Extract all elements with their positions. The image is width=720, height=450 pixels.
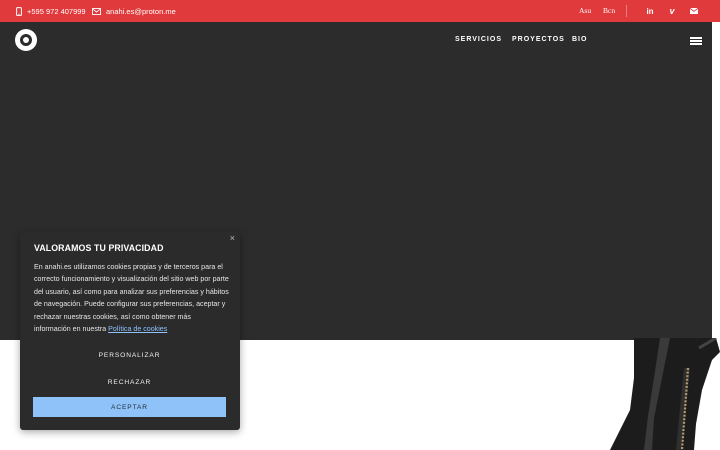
phone-link[interactable]: +595 972 407999 (16, 0, 86, 22)
envelope-icon (92, 7, 101, 15)
phone-icon (16, 6, 22, 16)
cookie-title: VALORAMOS TU PRIVACIDAD (34, 243, 164, 253)
vimeo-link[interactable]: v (666, 0, 678, 22)
scrollbar-track (712, 22, 720, 340)
email-link[interactable]: anahi.es@proton.me (92, 0, 176, 22)
cookie-policy-link[interactable]: Política de cookies (108, 325, 167, 333)
email-address: anahi.es@proton.me (106, 6, 176, 16)
site-logo[interactable] (15, 29, 37, 51)
email-icon (690, 8, 698, 14)
vimeo-icon: v (669, 6, 675, 16)
cookie-consent-dialog: × VALORAMOS TU PRIVACIDAD En anahi.es ut… (20, 232, 240, 430)
cookie-description: En anahi.es utilizamos cookies propias y… (34, 263, 229, 334)
nav-proyectos[interactable]: PROYECTOS (512, 36, 565, 43)
language-bcn[interactable]: Bcn (603, 0, 615, 22)
accept-button[interactable]: ACEPTAR (33, 397, 226, 417)
phone-number: +595 972 407999 (27, 6, 86, 16)
nav-bio[interactable]: BIO (572, 36, 587, 43)
hamburger-menu-icon[interactable] (690, 37, 702, 45)
nav-servicios[interactable]: SERVICIOS (455, 36, 502, 43)
language-asu[interactable]: Asu (579, 0, 591, 22)
linkedin-icon: in (646, 6, 654, 16)
customize-button[interactable]: PERSONALIZAR (33, 345, 226, 365)
top-bar: +595 972 407999 anahi.es@proton.me Asu B… (0, 0, 720, 22)
close-icon[interactable]: × (230, 233, 235, 243)
boot-photo (610, 338, 720, 450)
linkedin-link[interactable]: in (644, 0, 656, 22)
mail-link[interactable] (688, 0, 700, 22)
topbar-divider (626, 5, 627, 17)
reject-button[interactable]: RECHAZAR (33, 372, 226, 392)
cookie-text: En anahi.es utilizamos cookies propias y… (34, 261, 229, 335)
